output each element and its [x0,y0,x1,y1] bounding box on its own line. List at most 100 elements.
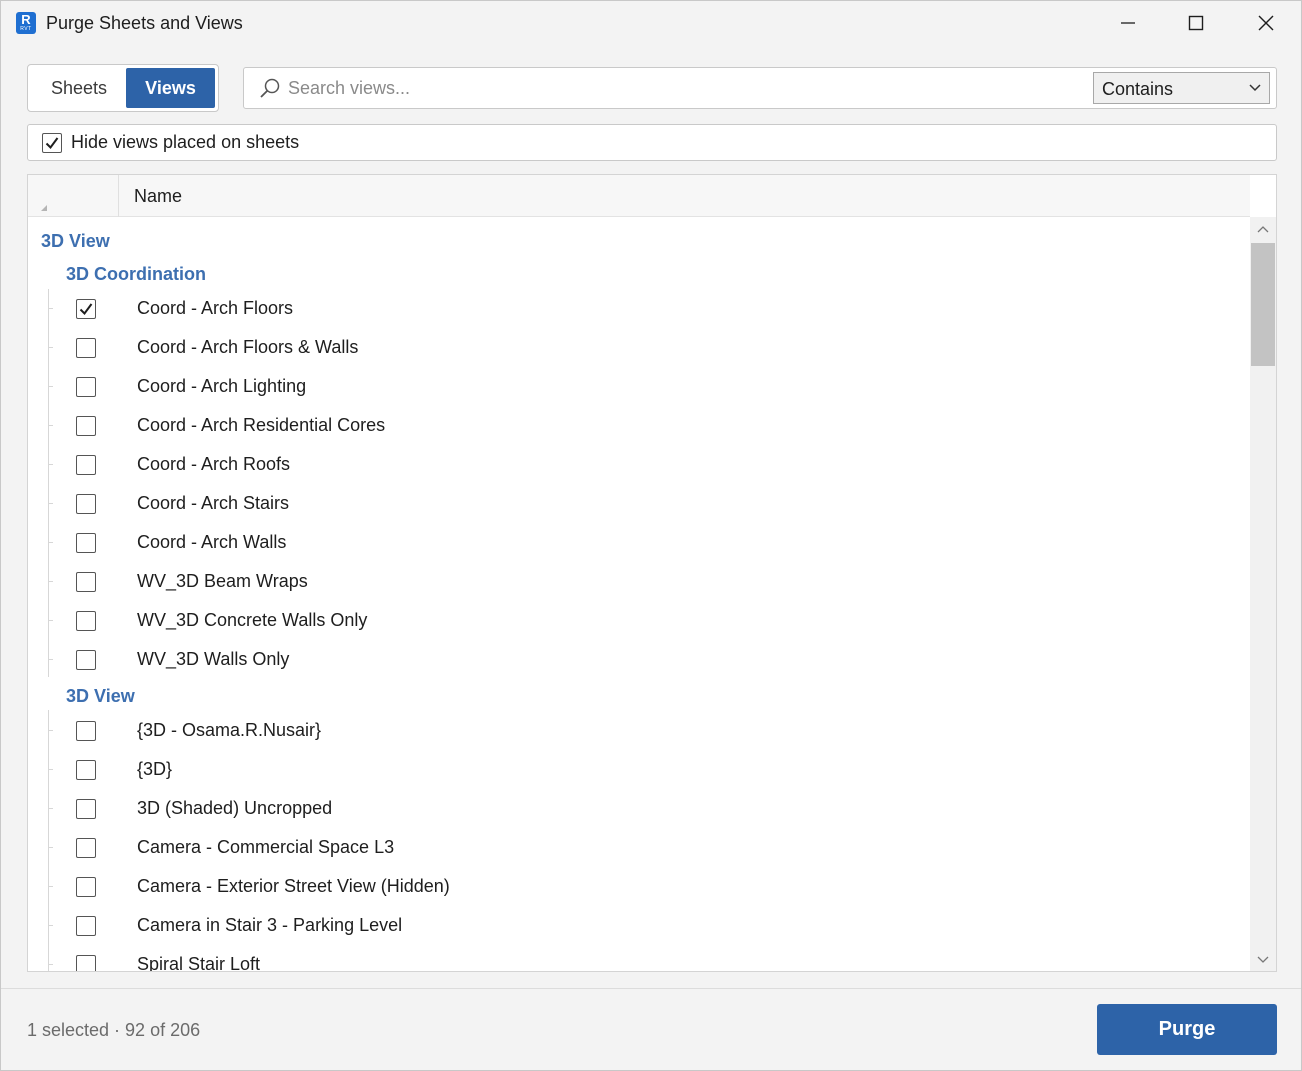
list-item-label: Coord - Arch Residential Cores [137,415,386,435]
tree-connector [48,620,53,621]
list-item-label: Coord - Arch Walls [137,532,287,552]
list-item[interactable]: WV_3D Concrete Walls Only [28,601,1250,640]
title-bar: R RVT Purge Sheets and Views [1,1,1301,46]
tree-connector [48,347,53,348]
list-item[interactable]: Coord - Arch Residential Cores [28,406,1250,445]
tree-connector [48,503,53,504]
list-item[interactable]: Spiral Stair Loft [28,945,1250,972]
subgroup-header-3d-view[interactable]: 3D View [66,686,135,707]
selection-status: 1 selected · 92 of 206 [27,1020,201,1040]
match-mode-select[interactable]: Contains [1093,72,1270,104]
column-separator [118,175,119,217]
tab-sheets[interactable]: Sheets [32,68,126,108]
tree-connector [48,925,53,926]
list-item[interactable]: WV_3D Beam Wraps [28,562,1250,601]
list-item-checkbox[interactable] [76,299,96,319]
list-item-checkbox[interactable] [76,416,96,436]
list-item[interactable]: 3D (Shaded) Uncropped [28,789,1250,828]
footer-divider [1,988,1301,989]
checkmark-icon [45,137,59,150]
list-item-checkbox[interactable] [76,838,96,858]
checkmark-icon [79,303,93,316]
list-item-label: Coord - Arch Floors [137,298,294,318]
sort-corner-icon [41,205,47,211]
list-item-checkbox[interactable] [76,721,96,741]
scroll-up-icon[interactable] [1257,225,1269,233]
app-icon-letter: R [21,12,31,27]
list-item[interactable]: WV_3D Walls Only [28,640,1250,679]
list-item[interactable]: Coord - Arch Floors & Walls [28,328,1250,367]
sheets-views-toggle: Sheets Views [27,64,219,112]
column-header: Name [28,175,1250,217]
list-item-label: {3D - Osama.R.Nusair} [137,720,322,740]
tree-connector [48,964,53,965]
revit-app-icon: R RVT [16,12,36,34]
purge-dialog: R RVT Purge Sheets and Views Sheets View… [0,0,1302,1071]
list-item-label: {3D} [137,759,173,779]
close-button[interactable] [1231,1,1301,46]
list-item-checkbox[interactable] [76,760,96,780]
list-item-checkbox[interactable] [76,533,96,553]
list-item-checkbox[interactable] [76,955,96,971]
list-item[interactable]: Camera - Exterior Street View (Hidden) [28,867,1250,906]
list-item-label: Coord - Arch Lighting [137,376,307,396]
minimize-icon [1121,22,1135,24]
list-item-label: WV_3D Concrete Walls Only [137,610,368,630]
tree-connector [48,659,53,660]
list-item[interactable]: Coord - Arch Floors [28,289,1250,328]
list-item-checkbox[interactable] [76,877,96,897]
tree-connector [48,542,53,543]
column-header-name[interactable]: Name [134,186,182,207]
list-item-label: 3D (Shaded) Uncropped [137,798,333,818]
tree-connector [48,581,53,582]
list-item-checkbox[interactable] [76,338,96,358]
hide-placed-views-label: Hide views placed on sheets [71,132,300,152]
list-item[interactable]: {3D - Osama.R.Nusair} [28,711,1250,750]
list-item[interactable]: Camera in Stair 3 - Parking Level [28,906,1250,945]
tree-connector [48,425,53,426]
list-item-label: Coord - Arch Roofs [137,454,291,474]
scroll-down-icon[interactable] [1257,956,1269,964]
list-item-checkbox[interactable] [76,494,96,514]
search-icon [260,78,280,98]
search-box: Contains [243,67,1277,109]
vertical-scrollbar[interactable] [1250,217,1276,971]
hide-placed-views-checkbox[interactable] [42,133,62,153]
tree-connector [48,886,53,887]
list-item-label: WV_3D Walls Only [137,649,290,669]
scrollbar-thumb[interactable] [1251,243,1275,366]
list-item[interactable]: Coord - Arch Walls [28,523,1250,562]
maximize-icon [1188,15,1204,31]
minimize-button[interactable] [1093,1,1163,46]
list-item-label: Camera - Exterior Street View (Hidden) [137,876,450,896]
maximize-button[interactable] [1161,1,1231,46]
list-item-checkbox[interactable] [76,916,96,936]
list-item-checkbox[interactable] [76,611,96,631]
list-item[interactable]: Camera - Commercial Space L3 [28,828,1250,867]
hide-placed-views-option: Hide views placed on sheets [27,124,1277,161]
list-item-label: Coord - Arch Floors & Walls [137,337,359,357]
window-title: Purge Sheets and Views [46,13,243,33]
search-input[interactable] [288,72,1078,104]
list-item-checkbox[interactable] [76,455,96,475]
list-item[interactable]: {3D} [28,750,1250,789]
list-item[interactable]: Coord - Arch Roofs [28,445,1250,484]
list-item-checkbox[interactable] [76,572,96,592]
group-header-3d-view[interactable]: 3D View [41,231,110,252]
tab-views[interactable]: Views [126,68,215,108]
list-item[interactable]: Coord - Arch Lighting [28,367,1250,406]
list-item-checkbox[interactable] [76,650,96,670]
tree-connector [48,730,53,731]
list-item-label: WV_3D Beam Wraps [137,571,308,591]
app-icon-sub: RVT [20,26,32,32]
purge-button[interactable]: Purge [1097,1004,1277,1055]
list-item-label: Spiral Stair Loft [137,954,261,972]
tree-connector [48,308,53,309]
list-item[interactable]: Coord - Arch Stairs [28,484,1250,523]
tree-connector [48,808,53,809]
chevron-down-icon [1249,84,1261,92]
list-item-label: Coord - Arch Stairs [137,493,290,513]
list-item-checkbox[interactable] [76,799,96,819]
subgroup-header-3d-coordination[interactable]: 3D Coordination [66,264,206,285]
list-item-checkbox[interactable] [76,377,96,397]
